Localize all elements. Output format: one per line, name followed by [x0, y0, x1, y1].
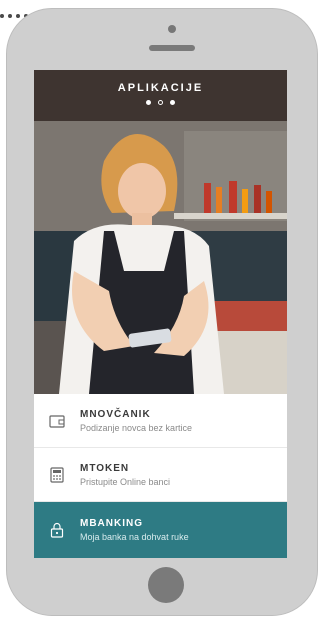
hero-image: [34, 121, 287, 394]
app-item-mnovcanik[interactable]: MNOVČANIK Podizanje novca bez kartice: [34, 394, 287, 448]
pager-dot[interactable]: [146, 100, 151, 105]
app-item-subtitle: Pristupite Online banci: [80, 476, 171, 487]
app-item-title: MBANKING: [80, 518, 143, 529]
app-item-subtitle: Podizanje novca bez kartice: [80, 422, 193, 433]
app-item-mbanking[interactable]: MBANKING Moja banka na dohvat ruke: [34, 502, 287, 558]
pager-dot[interactable]: [170, 100, 175, 105]
page-title: APLIKACIJE: [117, 82, 204, 94]
app-item-mtoken[interactable]: MTOKEN Pristupite Online banci: [34, 448, 287, 502]
pager-dot-active[interactable]: [158, 100, 163, 105]
token-icon: [34, 466, 80, 483]
lock-icon: [34, 522, 80, 538]
camera-icon: [168, 25, 176, 33]
app-item-subtitle: Moja banka na dohvat ruke: [80, 532, 189, 542]
carousel-pager[interactable]: [34, 100, 287, 105]
speaker-grille: [149, 45, 195, 51]
app-item-title: MTOKEN: [80, 462, 130, 474]
app-item-title: MNOVČANIK: [80, 408, 151, 420]
app-screen: APLIKACIJE MNOVČANIK Podizanje novca bez…: [34, 70, 287, 558]
home-button[interactable]: [148, 567, 184, 603]
app-list: MNOVČANIK Podizanje novca bez kartice MT…: [34, 394, 287, 558]
wallet-icon: [34, 413, 80, 429]
screen-header: APLIKACIJE: [34, 70, 287, 121]
hero-photo: [34, 121, 287, 394]
